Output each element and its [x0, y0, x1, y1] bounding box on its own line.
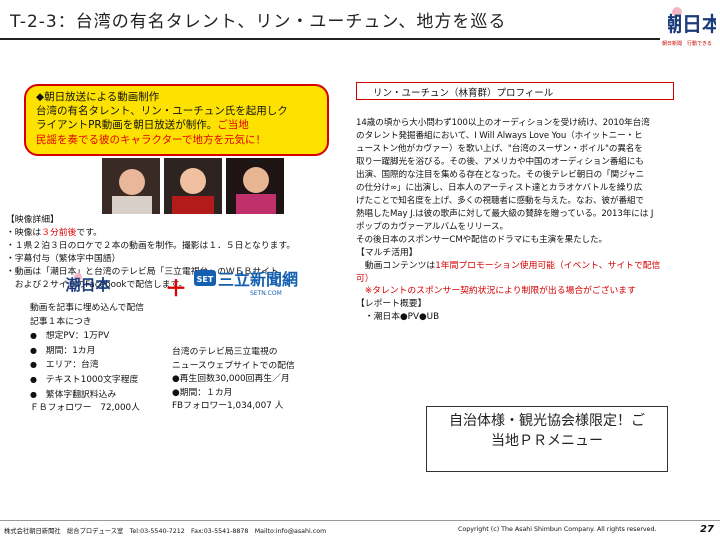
intro-line-3-highlight: ご当地: [217, 119, 249, 132]
multi-use-line-2: 可）: [356, 273, 374, 284]
promo-right-line-2: ニュースウェブサイトでの配信: [172, 360, 295, 371]
cta-line-2: 当地ＰＲメニュー: [491, 433, 603, 449]
footer-contact: 株式会社朝日新聞社 総合プロデュース室 Tel:03-5540-7212 Fax…: [4, 528, 327, 535]
details-line-1: ・映像は３分前後です。: [6, 228, 102, 238]
profile-line: のタレント発掘番組において、I Will Always Love You（ホイッ…: [356, 131, 643, 141]
multi-use-section: 【マルチ活用】 動画コンテンツは1年間プロモーション使用可能（イベント、サイトで…: [356, 247, 660, 324]
profile-line: ポップのカヴァーアルバムをリリース。: [356, 222, 509, 232]
multi-use-line-1: 動画コンテンツは1年間プロモーション使用可能（イベント、サイトで配信: [356, 260, 661, 271]
talent-photo-2: [164, 158, 222, 214]
details-heading: 【映像詳細】: [6, 215, 59, 225]
setn-distribution-promo: 台湾のテレビ局三立電視の ニュースウェブサイトでの配信 ●再生回数30,000回…: [172, 346, 295, 414]
cta-line-1: 自治体様・観光協会様限定！ご: [449, 413, 645, 429]
setn-badge-text: SET: [197, 275, 214, 284]
talent-photo-1: [102, 158, 160, 214]
promo-left-item: ● 想定PV：1万PV: [30, 331, 110, 342]
promo-left-item: ● エリア：台湾: [30, 360, 99, 371]
intro-callout: ◆朝日放送による動画制作 台湾の有名タレント、リン・ユーチュン氏を起用しク ライ…: [24, 84, 329, 156]
promo-left-item: ● 期間：1カ月: [30, 345, 96, 356]
details-line-2: ・１県２泊３日のロケで２本の動画を制作。撮影は１．５日となります。: [6, 241, 296, 251]
profile-line: 14歳の頃から大小問わず100以上のオーディションを受け続け、2010年台湾: [356, 118, 650, 128]
plus-icon: ＋: [165, 277, 187, 298]
footer-divider: [0, 520, 720, 521]
profile-header: リン・ユーチュン（林育群）プロフィール: [356, 82, 674, 100]
profile-line: げたことで知名度を上げ、多くの視聴者に感動を与えた。なお、彼が番組で: [356, 196, 644, 206]
page-title: T-2-3：台湾の有名タレント、リン・ユーチュン、地方を巡る: [10, 12, 507, 32]
multi-use-note: ※タレントのスポンサー契約状況により制限が出る場合がございます: [356, 286, 636, 297]
promo-right-line-5: FBフォロワー1,034,007 人: [172, 401, 284, 412]
talent-photo-3: [226, 158, 284, 214]
profile-line: ューストン他がカヴァー）を歌い上げ、"台湾のスーザン・ボイル"の異名を: [356, 144, 643, 154]
profile-line: 取り一躍脚光を浴びる。その後、アメリカや中国のオーディション番組にも: [356, 157, 644, 167]
promo-left-item: ● テキスト1000文字程度: [30, 374, 139, 385]
partner-logos: 潮日本 ＋ SET 三立新聞網 SETN.COM: [36, 268, 336, 302]
promo-right-line-3: ●再生回数30,000回再生／月: [172, 374, 290, 385]
footer-copyright: Copyright (c) The Asahi Shimbun Company.…: [458, 526, 657, 533]
intro-line-3: ライアントPR動画を朝日放送が制作。ご当地: [36, 118, 317, 132]
promo-left-footer: ＦＢフォロワー 72,000人: [30, 403, 140, 414]
intro-line-3-text: ライアントPR動画を朝日放送が制作。: [36, 119, 218, 132]
chouribon-small-logo: 潮日本: [65, 276, 110, 294]
promo-left-item: ● 繁体字翻訳料込み: [30, 389, 117, 400]
title-divider: [0, 38, 660, 40]
profile-line: 熱唱したMay J.は彼の歌声に対して最大級の賛辞を贈っている。2013年には …: [356, 209, 654, 219]
intro-line-4: 民謡を奏でる彼のキャラクターで地方を元気に！: [36, 133, 266, 146]
report-line: ・潮日本●PV●UB: [356, 311, 440, 322]
setn-url: SETN.COM: [250, 290, 282, 297]
page-number: 27: [700, 524, 714, 535]
profile-line: 出演、国際的な注目を集める存在となった。その後テレビ朝日の「関ジャニ: [356, 170, 645, 180]
profile-line: その後日本のスポンサーCMや配信のドラマにも主演を果たした。: [356, 235, 608, 245]
logo-tagline: 朝日新聞 行動できる: [662, 41, 712, 47]
profile-line: の仕分け∞」に出演し、日本人のアーティスト達とカラオケバトルを繰り広: [356, 183, 643, 193]
intro-line-1: ◆朝日放送による動画制作: [36, 91, 160, 103]
promo-right-line-4: ●期間：１カ月: [172, 387, 233, 398]
report-heading: 【レポート概要】: [356, 299, 427, 310]
article-embed-promo: 動画を記事に埋め込んで配信 記事１本につき ● 想定PV：1万PV ● 期間：1…: [30, 302, 144, 416]
details-line-3: ・字幕付与（繁体字中国語）: [6, 254, 121, 264]
promo-left-line-2: 記事１本につき: [30, 316, 92, 327]
intro-line-2: 台湾の有名タレント、リン・ユーチュン氏を起用しク: [36, 105, 288, 118]
promo-left-line-1: 動画を記事に埋め込んで配信: [30, 303, 144, 313]
profile-body: 14歳の頃から大小問わず100以上のオーディションを受け続け、2010年台湾 の…: [356, 117, 653, 247]
multi-use-heading: 【マルチ活用】: [356, 248, 418, 258]
logo-text: 潮日本: [668, 12, 716, 36]
promo-right-line-1: 台湾のテレビ局三立電視の: [172, 347, 278, 357]
setn-logo: 三立新聞網: [218, 270, 298, 289]
talent-photos: [102, 158, 286, 214]
limited-menu-callout: 自治体様・観光協会様限定！ご 当地ＰＲメニュー: [426, 406, 668, 472]
